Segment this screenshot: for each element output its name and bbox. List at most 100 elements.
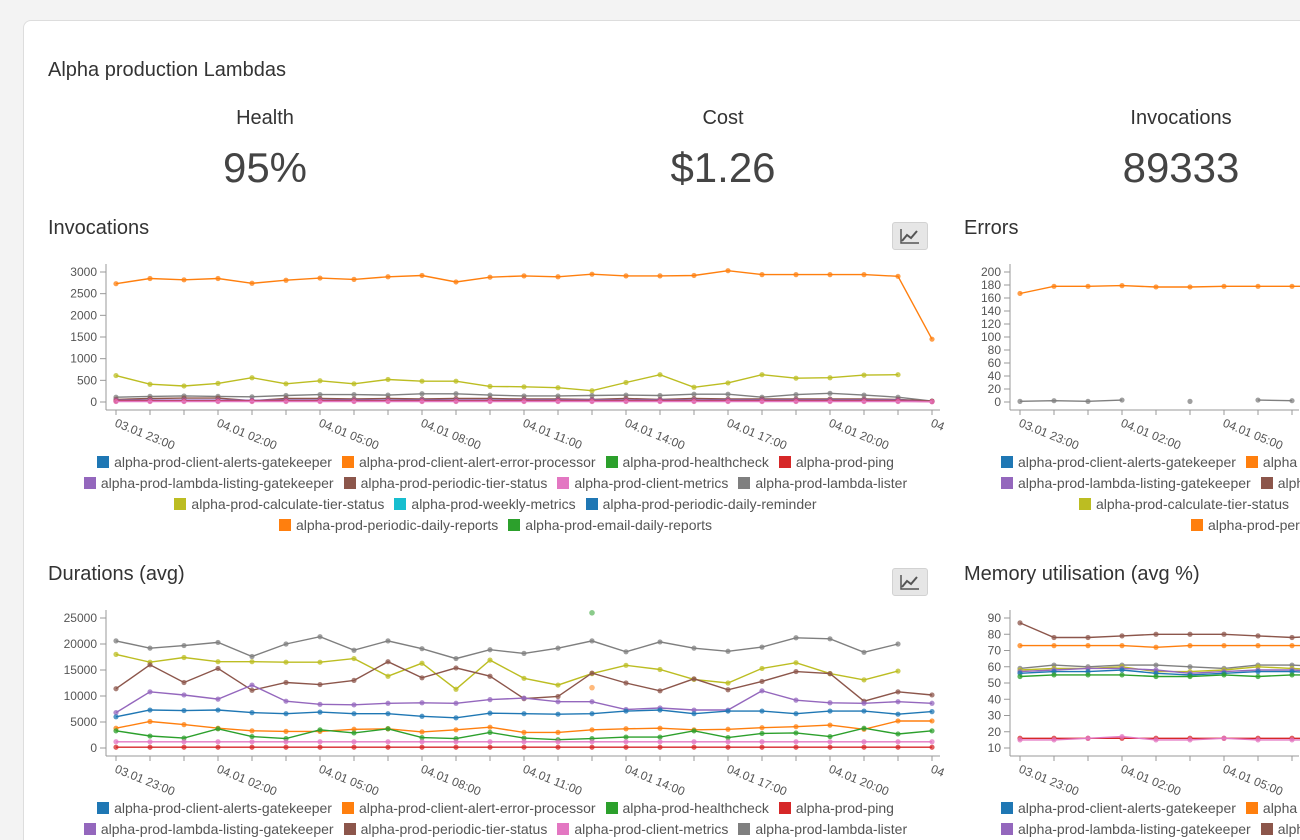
data-point [623,739,629,745]
legend-label: alpha-prod-lambda-listing-gatekeeper [100,475,334,491]
data-point [589,670,595,676]
x-tick-label: 03.01 23:00 [1017,762,1081,799]
legend-item[interactable]: alpha-prod-client-alerts-gatekeeper [1001,452,1236,473]
data-point [317,398,323,405]
legend-item[interactable]: alpha-prod-lambda-listing-gatekeeper [83,473,334,494]
y-tick-label: 60 [988,660,1002,674]
legend-item[interactable]: alpha [1245,798,1297,819]
legend-item[interactable]: alpha-prod-lambda-lister [738,473,907,494]
legend-item[interactable]: alpha-prod-client-alert-error-processor [341,452,596,473]
legend-item[interactable]: alpha-prod-client-alert-error-processor [341,798,596,819]
legend-label: alpha-prod-lambda-listing-gatekeeper [1018,475,1251,491]
durations-chart: 0 5000 10000 15000 20000 25000 03.01 23:00 04.0… [64,610,947,799]
data-point [861,744,867,750]
data-point [861,398,867,405]
legend-item[interactable]: alpha-prod-ping [778,798,894,819]
legend-item[interactable]: alpha-prod-lambda-listing-gatekeeper [83,819,334,840]
legend-item[interactable]: alpha [1260,819,1300,840]
data-point [181,398,187,405]
legend-item[interactable]: alpha-prod-per [1191,515,1300,536]
data-point [555,682,561,688]
data-point [759,730,765,737]
data-point [453,655,459,662]
data-point [1255,643,1261,649]
y-tick-label: 70 [988,644,1002,658]
line-chart-icon [900,229,919,244]
data-point [1153,737,1159,743]
legend-item[interactable]: alpha-prod-periodic-daily-reminder [585,494,817,515]
data-point [861,700,867,706]
legend-item[interactable]: alpha-prod-periodic-daily-reports [278,515,498,536]
data-point [215,639,221,646]
data-point [113,714,119,720]
data-point [895,744,901,750]
legend-label: alpha-prod-periodic-tier-status [360,821,548,837]
legend-item[interactable]: alpha-prod-healthcheck [605,452,769,473]
data-point [793,668,799,675]
legend-item[interactable]: alpha-prod-lambda-listing-gatekeeper [1001,819,1251,840]
legend-item[interactable]: alpha-prod-weekly-metrics [394,494,576,515]
legend-swatch [1245,456,1258,468]
legend-item[interactable]: alpha [1245,452,1297,473]
y-tick-label: 20 [988,382,1002,396]
data-point [759,398,765,405]
legend-item[interactable]: alpha-prod-healthcheck [605,798,769,819]
data-point [487,647,493,653]
legend-item[interactable]: alpha-prod-client-alerts-gatekeeper [1001,798,1236,819]
legend-item[interactable]: alpha-prod-client-metrics [557,473,728,494]
data-point [385,376,391,383]
legend-item[interactable]: alpha-prod-periodic-tier-status [343,819,548,840]
data-point [453,700,459,706]
data-point [1119,667,1125,673]
y-tick-label: 500 [77,373,97,387]
cost-label: Cost [702,107,744,129]
legend-label: alpha-prod-calculate-tier-status [191,496,385,512]
legend-row: alpha-prod-client-alerts-gatekeeper alpha [964,798,1300,819]
legend-item[interactable]: alpha-prod-calculate-tier-status [174,494,384,515]
data-point [181,722,187,728]
legend-swatch [605,802,618,814]
legend-item[interactable]: alpha-prod-periodic-tier-status [343,473,547,494]
legend-item[interactable]: alpha-prod-email-daily-reports [508,515,712,536]
data-point [1187,631,1193,637]
data-point [283,641,289,647]
data-point [929,728,935,734]
data-point [623,726,629,732]
data-point [555,711,561,717]
data-point [623,680,629,686]
data-point [181,679,187,686]
invocations-value: 89333 [1122,144,1240,191]
legend-item[interactable]: alpha [1260,473,1300,494]
legend-item[interactable]: alpha-prod-calculate-tier-status [1079,494,1289,515]
durations-chart-type-button[interactable] [892,568,928,596]
legend-item[interactable]: alpha-prod-client-alerts-gatekeeper [97,798,332,819]
legend-label: alpha-prod-client-alerts-gatekeeper [114,454,332,470]
data-point [895,398,901,405]
data-point [657,398,663,405]
data-point [351,711,357,717]
data-point [691,711,697,717]
data-point [385,744,391,750]
data-point [623,744,629,750]
data-point [1187,643,1193,649]
legend-item[interactable]: alpha-prod-lambda-listing-gatekeeper [1001,473,1251,494]
data-point [793,635,799,641]
legend-item[interactable]: alpha-prod-lambda-lister [738,819,907,840]
cost-stat: Cost $1.26 [573,107,873,192]
data-point [1187,664,1193,670]
legend-item[interactable]: alpha-prod-client-metrics [557,819,728,840]
data-point [147,662,153,668]
legend-item[interactable]: alpha-prod-ping [778,452,894,473]
data-point [215,696,221,702]
invocations-chart-type-button[interactable] [892,222,928,250]
legend-row: alpha-prod-calculate-tier-status [964,494,1300,515]
y-tick-label: 90 [988,611,1002,625]
data-point [827,733,833,740]
legend-item[interactable]: alpha-prod-client-alerts-gatekeeper [97,452,332,473]
data-point [657,639,663,645]
data-point [249,728,255,734]
legend-swatch [1260,823,1273,835]
data-point [453,391,459,397]
data-point [1255,633,1261,639]
data-point [827,722,833,728]
